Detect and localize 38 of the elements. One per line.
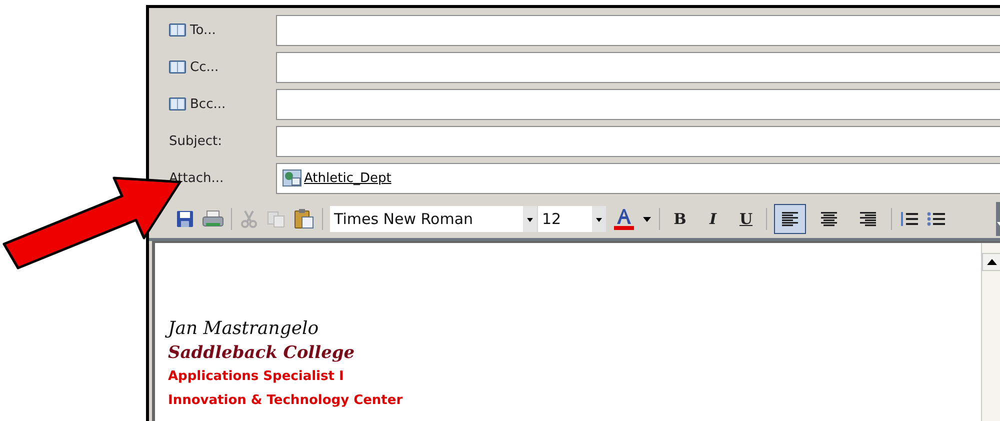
signature-line: Applications Specialist I xyxy=(168,368,345,386)
align-right-icon xyxy=(859,211,877,227)
scroll-up-icon[interactable] xyxy=(982,253,1000,271)
attachment-link[interactable]: Athletic_Dept xyxy=(304,170,392,186)
bold-button[interactable]: B xyxy=(667,206,693,232)
scrollbar[interactable] xyxy=(981,243,1000,421)
address-book-button[interactable]: Cc... xyxy=(169,60,219,74)
align-left-button[interactable] xyxy=(774,204,806,234)
bullet-list-icon[interactable] xyxy=(926,210,946,228)
underline-button[interactable]: U xyxy=(733,206,759,232)
subject-field[interactable] xyxy=(276,126,1000,156)
save-icon[interactable] xyxy=(175,209,195,229)
numbered-list-icon[interactable] xyxy=(899,210,919,228)
message-body[interactable]: Jan Mastrangelo Saddleback College Applications Specialist I Innovation & Technology Center xyxy=(152,241,1000,421)
recipient-field[interactable] xyxy=(276,88,1000,120)
italic-button[interactable]: I xyxy=(700,206,726,232)
field-label: Subject: xyxy=(169,134,222,148)
address-book-button[interactable]: Bcc... xyxy=(169,96,226,112)
print-icon[interactable] xyxy=(202,209,224,229)
attach-label: Attach... xyxy=(169,170,224,186)
signature-line: Saddleback College xyxy=(168,342,356,365)
book-icon xyxy=(169,60,186,74)
attachment-icon xyxy=(282,169,302,187)
paste-icon[interactable] xyxy=(293,208,315,230)
attachment-field[interactable]: Athletic_Dept xyxy=(276,162,1000,194)
align-center-icon xyxy=(820,211,838,227)
address-book-button[interactable]: To... xyxy=(169,22,216,38)
recipient-field[interactable] xyxy=(276,52,1000,82)
font-color-icon[interactable] xyxy=(613,207,635,231)
book-icon xyxy=(169,23,186,37)
size-dropdown[interactable]: 12 xyxy=(538,206,606,232)
font-dropdown[interactable]: Times New Roman xyxy=(330,206,537,232)
book-icon xyxy=(169,97,186,111)
align-left-icon xyxy=(781,211,799,227)
caret-icon xyxy=(592,206,606,232)
signature-line: Innovation & Technology Center xyxy=(168,392,404,410)
caret-icon xyxy=(523,206,537,232)
recipient-field[interactable] xyxy=(276,14,1000,46)
